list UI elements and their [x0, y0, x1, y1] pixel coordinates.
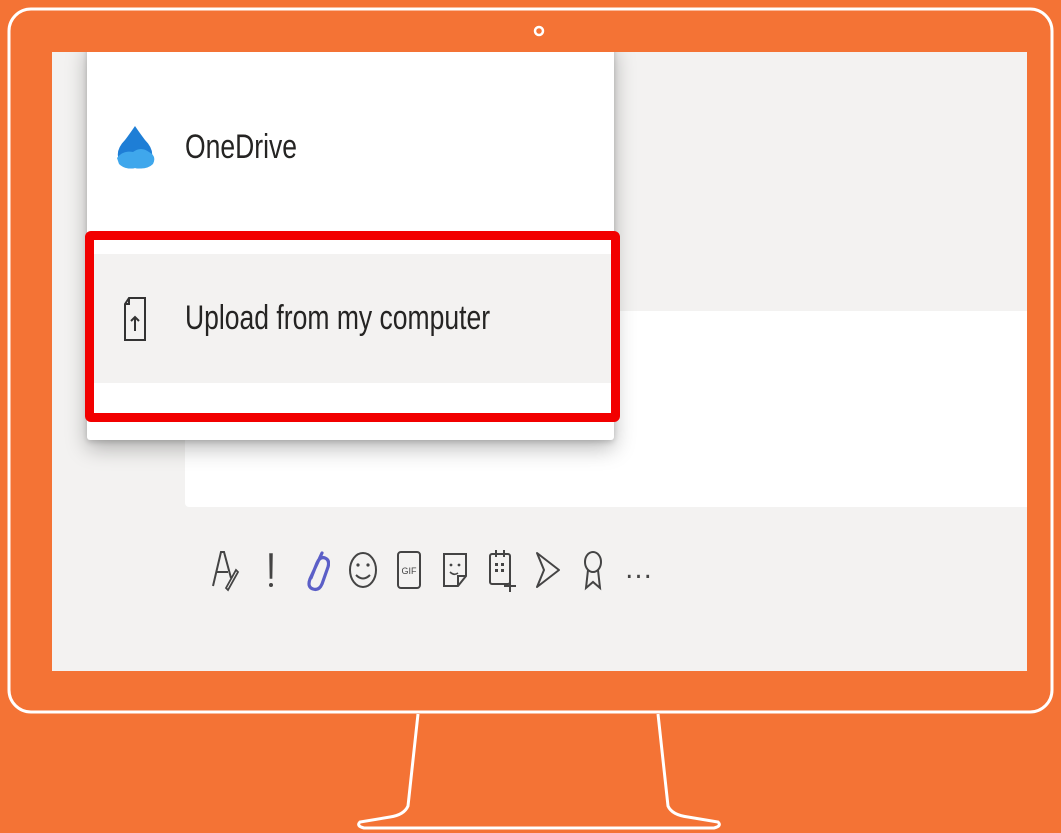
- praise-icon: [584, 551, 602, 591]
- gif-button[interactable]: GIF: [386, 544, 432, 596]
- more-options-button[interactable]: ...: [616, 544, 662, 596]
- format-icon: [212, 551, 240, 592]
- teams-chat-screen: GIF ... OneDrive Upload from my computer: [52, 52, 1027, 671]
- stream-icon: [536, 552, 560, 588]
- schedule-meeting-button[interactable]: [478, 544, 524, 596]
- attach-icon: [307, 551, 330, 592]
- praise-button[interactable]: [570, 544, 616, 596]
- compose-toolbar: GIF ...: [202, 540, 662, 600]
- sticker-button[interactable]: [432, 544, 478, 596]
- webcam-icon: [533, 25, 545, 37]
- attach-button[interactable]: [294, 544, 340, 596]
- upload-file-icon: [124, 296, 146, 341]
- more-options-icon: ...: [625, 555, 653, 585]
- menu-item-label: OneDrive: [185, 127, 298, 166]
- format-button[interactable]: [202, 544, 248, 596]
- emoji-icon: [349, 552, 377, 588]
- schedule-meeting-icon: [489, 550, 516, 592]
- monitor-stand: [357, 713, 721, 830]
- gif-icon: GIF: [397, 551, 421, 589]
- svg-text:GIF: GIF: [402, 566, 418, 576]
- onedrive-icon: [117, 126, 155, 169]
- important-button[interactable]: [248, 544, 294, 596]
- sticker-icon: [443, 553, 467, 587]
- important-icon: [269, 553, 273, 587]
- attach-menu: OneDrive Upload from my computer: [87, 52, 614, 440]
- menu-item-label: Upload from my computer: [185, 299, 491, 337]
- stream-button[interactable]: [524, 544, 570, 596]
- menu-item-onedrive[interactable]: OneDrive: [87, 87, 614, 207]
- menu-item-upload-from-computer[interactable]: Upload from my computer: [87, 254, 614, 383]
- emoji-button[interactable]: [340, 544, 386, 596]
